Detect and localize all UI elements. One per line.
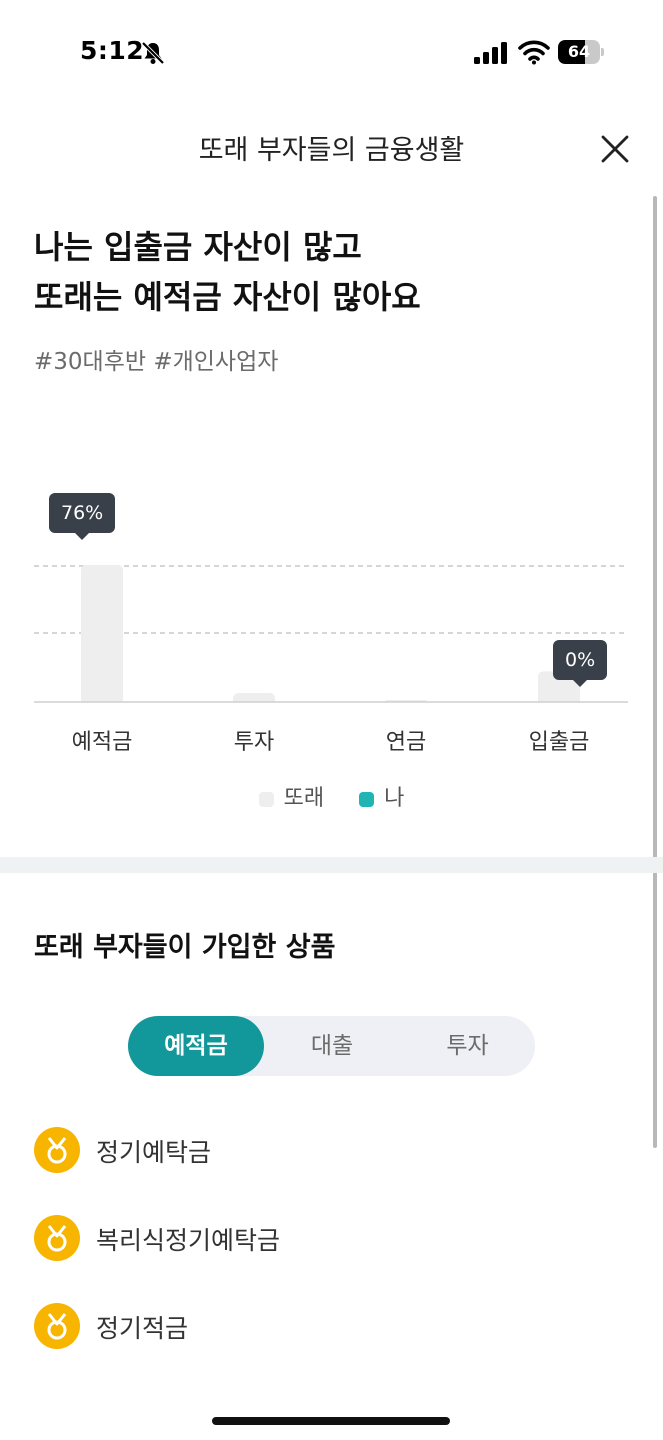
- legend-swatch-me: [359, 791, 375, 807]
- legend-item-peer: 또래: [258, 780, 325, 812]
- medal-icon: [34, 1215, 80, 1261]
- status-time: 5:12: [80, 36, 145, 65]
- value-tooltip: 0%: [553, 640, 608, 687]
- product-name: 복리식정기예탁금: [96, 1226, 281, 1255]
- tab-loans[interactable]: 대출: [264, 1016, 400, 1076]
- x-tick-label: 연금: [385, 730, 427, 755]
- legend-swatch-peer: [258, 791, 274, 807]
- battery-indicator: 64: [558, 40, 604, 64]
- chart-legend: 또래 나: [0, 780, 663, 812]
- medal-icon: [34, 1303, 80, 1349]
- tab-savings[interactable]: 예적금: [128, 1016, 264, 1076]
- close-icon[interactable]: [598, 132, 632, 166]
- headline-line-1: 나는 입출금 자산이 많고: [34, 228, 362, 266]
- section-divider: [0, 857, 663, 873]
- product-type-tabs: 예적금 대출 투자: [128, 1016, 535, 1076]
- legend-item-me: 나: [359, 780, 404, 812]
- battery-percent: 64: [567, 42, 591, 61]
- x-tick-label: 예적금: [71, 730, 133, 755]
- bar-peer-1: [233, 692, 275, 702]
- product-name: 정기적금: [96, 1314, 189, 1343]
- page-title: 또래 부자들의 금융생활: [198, 135, 465, 166]
- bell-off-icon: [141, 41, 165, 65]
- legend-label-peer: 또래: [283, 786, 325, 811]
- asset-comparison-chart: 예적금 투자 연금 입출금 76% 0%: [0, 470, 663, 770]
- value-tooltip: 76%: [49, 493, 116, 540]
- status-bar: 5:12 64: [0, 0, 663, 100]
- tags: #30대후반 #개인사업자: [34, 349, 279, 375]
- home-indicator[interactable]: [212, 1417, 450, 1425]
- headline: 나는 입출금 자산이 많고 또래는 예적금 자산이 많아요: [34, 222, 421, 322]
- product-name: 정기예탁금: [96, 1138, 212, 1167]
- x-tick-label: 투자: [233, 730, 275, 755]
- legend-label-me: 나: [384, 786, 405, 811]
- tab-investment[interactable]: 투자: [400, 1016, 535, 1076]
- section-title: 또래 부자들이 가입한 상품: [34, 932, 336, 963]
- bar-peer-0: [81, 564, 123, 702]
- wifi-icon: [518, 40, 550, 65]
- medal-icon: [34, 1127, 80, 1173]
- x-tick-label: 입출금: [528, 730, 590, 755]
- signal-icon: [474, 42, 507, 64]
- headline-line-2: 또래는 예적금 자산이 많아요: [34, 278, 421, 316]
